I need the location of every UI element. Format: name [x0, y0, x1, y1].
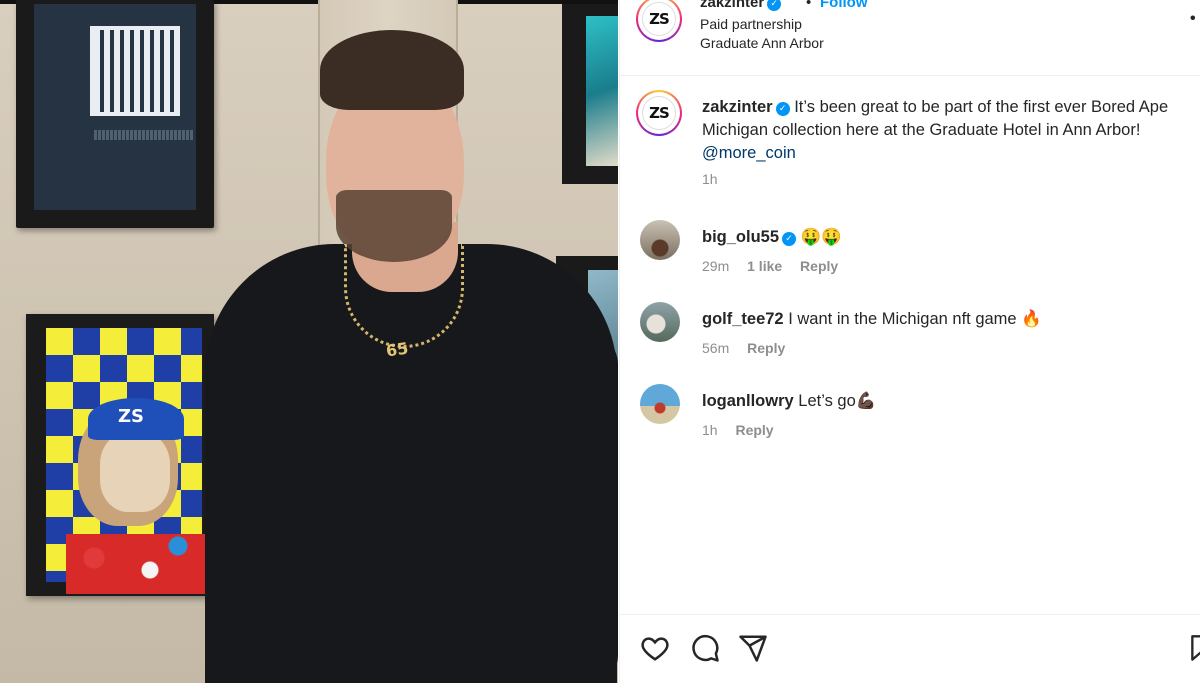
comment-time[interactable]: 1h: [702, 422, 718, 438]
comment-likes[interactable]: 1 like: [747, 258, 782, 274]
paid-partnership-label[interactable]: Paid partnership: [700, 16, 802, 32]
location-link[interactable]: Graduate Ann Arbor: [700, 35, 824, 51]
heart-icon[interactable]: [640, 633, 670, 663]
comment-text: big_olu55 ✓ 🤑🤑: [702, 228, 842, 247]
bored-ape-frame: ZS: [26, 314, 214, 596]
reply-button[interactable]: Reply: [735, 422, 773, 438]
post-header: ZS zakzinter ✓ • Follow Paid partnership …: [620, 0, 1200, 76]
verified-badge-icon: ✓: [782, 232, 797, 246]
chain-pendant: 65: [384, 338, 410, 361]
post-photo[interactable]: ZS 65: [0, 0, 618, 683]
verified-badge-icon: ✓: [767, 0, 782, 11]
comment-author[interactable]: loganllowry: [702, 392, 794, 410]
caption-avatar[interactable]: ZS: [636, 90, 682, 136]
right-art-frame: [562, 4, 618, 184]
qr-screen: [34, 4, 196, 210]
caption-avatar-logo: ZS: [642, 96, 676, 130]
comment-meta: 1h Reply: [702, 422, 788, 438]
ape-shirt: [66, 534, 206, 594]
caption-text: zakzinter ✓ It’s been great to be part of…: [702, 96, 1182, 165]
caption-mention-link[interactable]: @more_coin: [702, 144, 796, 162]
comment-time[interactable]: 29m: [702, 258, 729, 274]
commenter-avatar[interactable]: [640, 302, 680, 342]
reply-button[interactable]: Reply: [800, 258, 838, 274]
comment-text: loganllowry Let’s go💪🏿: [702, 392, 876, 411]
comment-meta: 29m 1 like Reply: [702, 258, 852, 274]
comment-body: 🤑🤑: [800, 228, 842, 246]
bookmark-icon[interactable]: [1190, 633, 1200, 663]
author-avatar[interactable]: ZS: [636, 0, 682, 42]
post-side-panel: ZS zakzinter ✓ • Follow Paid partnership …: [619, 0, 1200, 683]
comment-author[interactable]: big_olu55: [702, 228, 779, 246]
author-username[interactable]: zakzinter ✓: [700, 0, 782, 11]
share-icon[interactable]: [738, 633, 768, 663]
commenter-avatar[interactable]: [640, 384, 680, 424]
comment-item: golf_tee72 I want in the Michigan nft ga…: [620, 302, 1200, 372]
ape-cap-logo: ZS: [118, 406, 145, 427]
comment-icon[interactable]: [690, 633, 720, 663]
comment-item: big_olu55 ✓ 🤑🤑 29m 1 like Reply: [620, 220, 1200, 290]
comment-meta: 56m Reply: [702, 340, 799, 356]
verified-badge-icon: ✓: [775, 102, 790, 116]
caption-author[interactable]: zakzinter: [702, 98, 773, 116]
man-hair: [320, 30, 464, 110]
caption-timestamp[interactable]: 1h: [702, 171, 718, 187]
comment-author[interactable]: golf_tee72: [702, 310, 784, 328]
post-action-bar: [620, 614, 1200, 683]
comment-time[interactable]: 56m: [702, 340, 729, 356]
qr-code-frame: [16, 0, 214, 228]
qr-code: [90, 26, 180, 116]
header-separator: •: [806, 0, 812, 11]
more-options-icon[interactable]: •: [1190, 10, 1196, 28]
comment-text: golf_tee72 I want in the Michigan nft ga…: [702, 310, 1042, 329]
follow-button[interactable]: Follow: [820, 0, 868, 11]
avatar-logo: ZS: [642, 2, 676, 36]
reply-button[interactable]: Reply: [747, 340, 785, 356]
comment-item: loganllowry Let’s go💪🏿 1h Reply: [620, 384, 1200, 454]
comment-body: Let’s go💪🏿: [798, 392, 877, 410]
qr-caption: [94, 130, 194, 140]
ape-cap: ZS: [88, 398, 184, 440]
author-username-text[interactable]: zakzinter: [700, 0, 764, 11]
ape-face: [100, 432, 170, 512]
comment-body: I want in the Michigan nft game 🔥: [788, 310, 1042, 328]
commenter-avatar[interactable]: [640, 220, 680, 260]
